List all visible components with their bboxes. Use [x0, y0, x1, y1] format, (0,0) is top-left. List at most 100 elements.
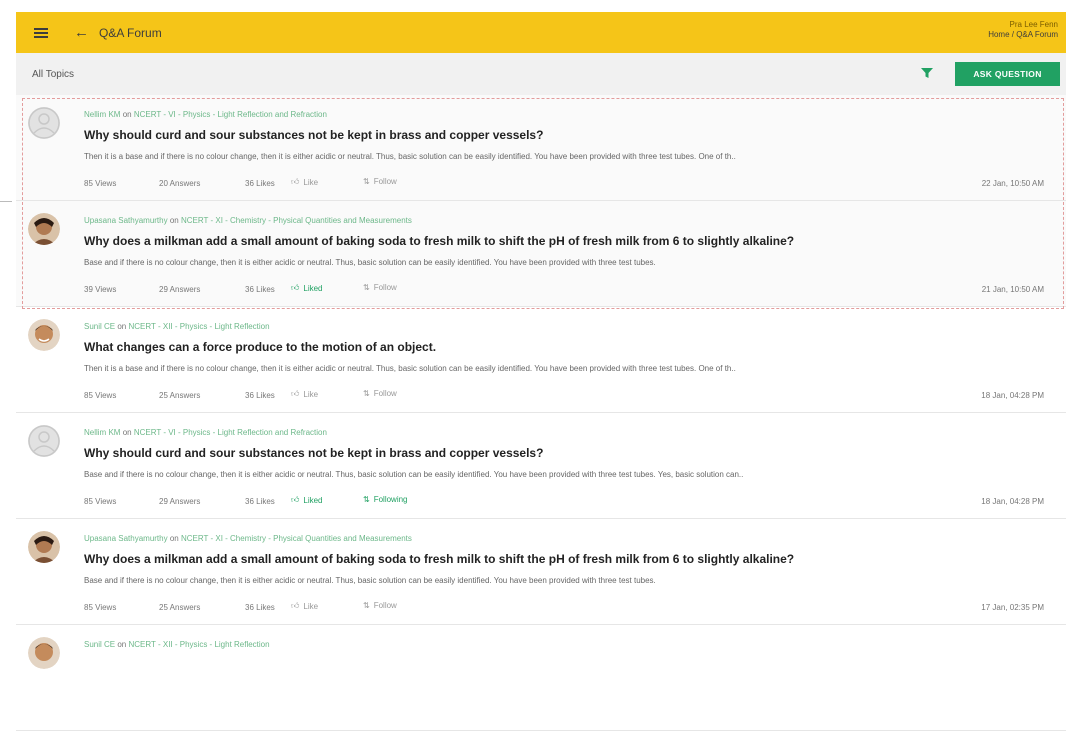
like-button[interactable]: 👍︎ Liked [291, 495, 323, 505]
question-list: Nellim KM on NCERT - VI - Physics - Ligh… [16, 95, 1066, 731]
breadcrumb[interactable]: Home / Q&A Forum [988, 30, 1058, 40]
views-count: 85 Views [84, 391, 117, 400]
avatar [28, 425, 60, 457]
question-title[interactable]: Why does a milkman add a small amount of… [84, 234, 794, 248]
question-date: 17 Jan, 02:35 PM [981, 603, 1044, 612]
like-label: Like [303, 177, 319, 187]
follow-button[interactable]: ⇅ Follow [363, 601, 397, 610]
question-item[interactable]: Upasana Sathyamurthy on NCERT - XI - Che… [16, 201, 1066, 307]
avatar [28, 319, 60, 351]
question-meta: Nellim KM on NCERT - VI - Physics - Ligh… [84, 110, 327, 119]
app-header: ← Q&A Forum Pra Lee Fenn Home / Q&A Foru… [16, 12, 1066, 53]
follow-icon: ⇅ [363, 495, 370, 504]
question-item[interactable]: Upasana Sathyamurthy on NCERT - XI - Che… [16, 519, 1066, 625]
question-date: 22 Jan, 10:50 AM [981, 179, 1044, 188]
views-count: 85 Views [84, 179, 117, 188]
meta-on: on [122, 110, 132, 119]
question-meta: Upasana Sathyamurthy on NCERT - XI - Che… [84, 216, 412, 225]
follow-icon: ⇅ [363, 283, 370, 292]
topic-path[interactable]: NCERT - XII - Physics - Light Reflection [129, 640, 270, 649]
follow-icon: ⇅ [363, 601, 370, 610]
funnel-icon[interactable] [921, 68, 933, 78]
follow-button[interactable]: ⇅ Follow [363, 283, 397, 292]
avatar [28, 107, 60, 139]
like-button[interactable]: 👍︎ Liked [291, 283, 323, 293]
meta-on: on [169, 534, 179, 543]
question-date: 18 Jan, 04:28 PM [981, 391, 1044, 400]
follow-label: Follow [373, 389, 397, 398]
question-date: 21 Jan, 10:50 AM [981, 285, 1044, 294]
hamburger-icon[interactable] [34, 27, 48, 38]
follow-label: Follow [373, 177, 397, 186]
arrow-left-icon[interactable]: ← [74, 25, 89, 40]
question-item[interactable]: Sunil CE on NCERT - XII - Physics - Ligh… [16, 625, 1066, 731]
follow-label: Follow [373, 601, 397, 610]
question-meta: Sunil CE on NCERT - XII - Physics - Ligh… [84, 322, 270, 331]
answers-count: 25 Answers [159, 391, 201, 400]
topic-path[interactable]: NCERT - XI - Chemistry - Physical Quanti… [181, 216, 412, 225]
question-item[interactable]: Sunil CE on NCERT - XII - Physics - Ligh… [16, 307, 1066, 413]
avatar [28, 531, 60, 563]
question-item[interactable]: Nellim KM on NCERT - VI - Physics - Ligh… [16, 95, 1066, 201]
answers-count: 29 Answers [159, 285, 201, 294]
question-snippet: Base and if there is no colour change, t… [84, 576, 656, 585]
thumbs-up-icon: 👍︎ [291, 283, 300, 292]
avatar [28, 213, 60, 245]
question-meta: Sunil CE on NCERT - XII - Physics - Ligh… [84, 640, 270, 649]
meta-on: on [122, 428, 132, 437]
follow-button[interactable]: ⇅ Follow [363, 389, 397, 398]
follow-icon: ⇅ [363, 389, 370, 398]
like-label: Liked [303, 283, 323, 293]
question-title[interactable]: Why should curd and sour substances not … [84, 128, 543, 142]
like-button[interactable]: 👍︎ Like [291, 389, 318, 399]
topic-path[interactable]: NCERT - XI - Chemistry - Physical Quanti… [181, 534, 412, 543]
question-meta: Nellim KM on NCERT - VI - Physics - Ligh… [84, 428, 327, 437]
question-title[interactable]: What changes can a force produce to the … [84, 340, 436, 354]
question-item[interactable]: Nellim KM on NCERT - VI - Physics - Ligh… [16, 413, 1066, 519]
like-label: Liked [303, 495, 323, 505]
follow-icon: ⇅ [363, 177, 370, 186]
meta-on: on [169, 216, 179, 225]
question-date: 18 Jan, 04:28 PM [981, 497, 1044, 506]
user-name[interactable]: Pra Lee Fenn [988, 20, 1058, 30]
follow-label: Follow [373, 283, 397, 292]
avatar [28, 637, 60, 669]
views-count: 85 Views [84, 603, 117, 612]
author-name[interactable]: Upasana Sathyamurthy [84, 216, 168, 225]
like-button[interactable]: 👍︎ Like [291, 177, 318, 187]
thumbs-up-icon: 👍︎ [291, 495, 300, 504]
topic-bar: All Topics ASK QUESTION [16, 53, 1066, 95]
question-meta: Upasana Sathyamurthy on NCERT - XI - Che… [84, 534, 412, 543]
views-count: 85 Views [84, 497, 117, 506]
meta-on: on [117, 640, 127, 649]
topic-path[interactable]: NCERT - VI - Physics - Light Reflection … [134, 110, 327, 119]
resize-handle[interactable] [0, 201, 12, 202]
like-button[interactable]: 👍︎ Like [291, 601, 318, 611]
author-name[interactable]: Nellim KM [84, 110, 120, 119]
answers-count: 29 Answers [159, 497, 201, 506]
author-name[interactable]: Nellim KM [84, 428, 120, 437]
question-title[interactable]: Why should curd and sour substances not … [84, 446, 543, 460]
like-label: Like [303, 601, 319, 611]
question-snippet: Then it is a base and if there is no col… [84, 364, 736, 373]
follow-label: Following [373, 495, 408, 504]
question-title[interactable]: Why does a milkman add a small amount of… [84, 552, 794, 566]
follow-button[interactable]: ⇅ Follow [363, 177, 397, 186]
views-count: 39 Views [84, 285, 117, 294]
question-snippet: Base and if there is no colour change, t… [84, 258, 656, 267]
author-name[interactable]: Upasana Sathyamurthy [84, 534, 168, 543]
thumbs-up-icon: 👍︎ [291, 389, 300, 398]
meta-on: on [117, 322, 127, 331]
topic-filter-label: All Topics [32, 68, 75, 80]
topic-path[interactable]: NCERT - XII - Physics - Light Reflection [129, 322, 270, 331]
answers-count: 25 Answers [159, 603, 201, 612]
follow-button[interactable]: ⇅ Following [363, 495, 408, 504]
ask-question-button[interactable]: ASK QUESTION [955, 62, 1060, 86]
question-snippet: Then it is a base and if there is no col… [84, 152, 736, 161]
page-title: Q&A Forum [99, 25, 162, 40]
thumbs-up-icon: 👍︎ [291, 177, 300, 186]
author-name[interactable]: Sunil CE [84, 640, 115, 649]
topic-path[interactable]: NCERT - VI - Physics - Light Reflection … [134, 428, 327, 437]
thumbs-up-icon: 👍︎ [291, 601, 300, 610]
author-name[interactable]: Sunil CE [84, 322, 115, 331]
